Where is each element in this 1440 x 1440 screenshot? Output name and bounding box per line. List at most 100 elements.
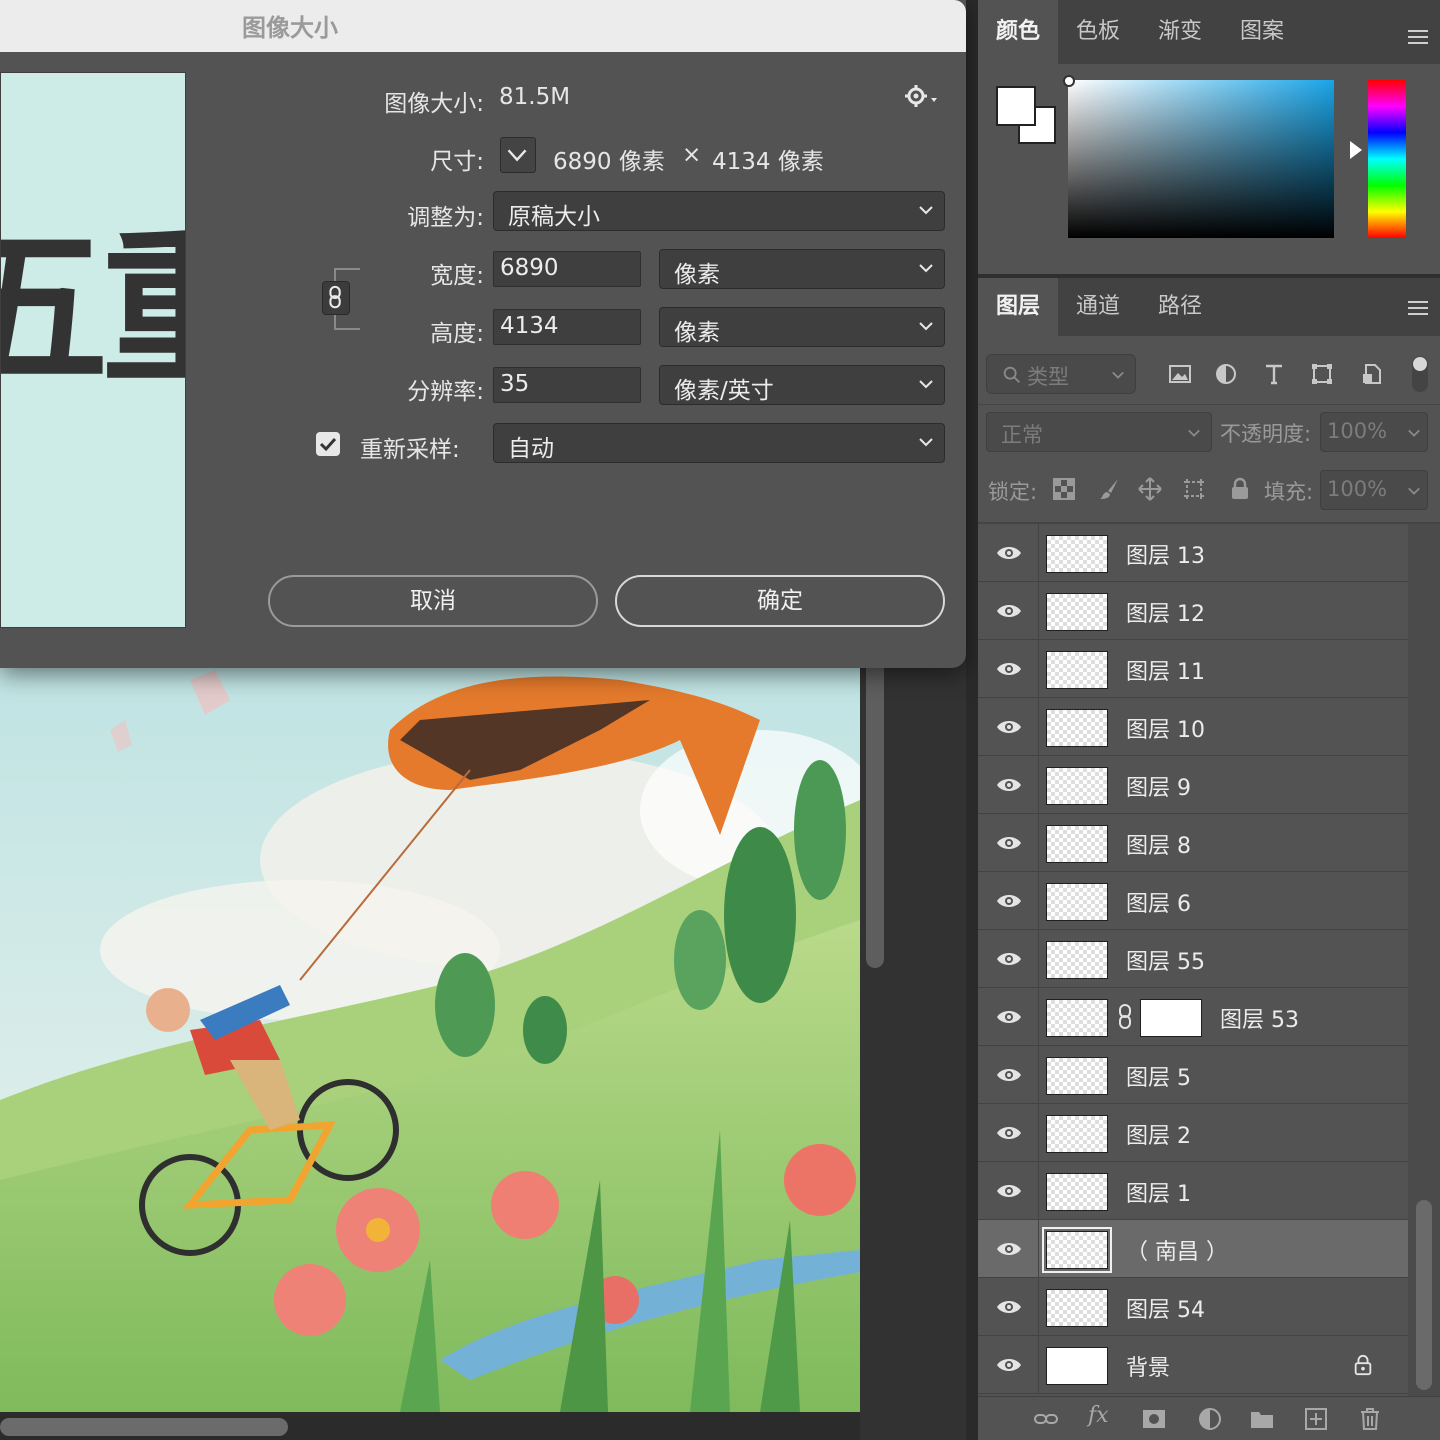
layer-row[interactable]: 图层 12 bbox=[978, 582, 1408, 640]
hue-slider-arrow[interactable] bbox=[1350, 141, 1362, 159]
layer-row[interactable]: 图层 5 bbox=[978, 1046, 1408, 1104]
layer-thumbnail[interactable] bbox=[1046, 651, 1108, 689]
layer-mask-thumbnail[interactable] bbox=[1140, 999, 1202, 1037]
visibility-eye-icon[interactable] bbox=[996, 1181, 1022, 1201]
width-unit-select[interactable]: 像素 bbox=[659, 249, 945, 289]
resolution-input[interactable]: 35 bbox=[493, 367, 641, 403]
layer-thumbnail[interactable] bbox=[1042, 1227, 1112, 1273]
layer-row[interactable]: 图层 53 bbox=[978, 988, 1408, 1046]
layer-row[interactable]: 图层 54 bbox=[978, 1278, 1408, 1336]
gear-icon[interactable] bbox=[904, 84, 940, 108]
panel-divider[interactable] bbox=[966, 0, 978, 1440]
visibility-eye-icon[interactable] bbox=[996, 775, 1022, 795]
adjustment-layer-icon[interactable] bbox=[1198, 1407, 1222, 1431]
filter-smart-object-icon[interactable] bbox=[1360, 362, 1384, 386]
hue-slider[interactable] bbox=[1368, 80, 1406, 238]
new-layer-icon[interactable] bbox=[1304, 1407, 1328, 1431]
mask-link-icon[interactable] bbox=[1118, 1004, 1132, 1030]
visibility-eye-icon[interactable] bbox=[996, 1007, 1022, 1027]
link-layers-icon[interactable] bbox=[1034, 1407, 1058, 1431]
layer-thumbnail[interactable] bbox=[1046, 883, 1108, 921]
tab-layers[interactable]: 图层 bbox=[978, 278, 1058, 336]
resolution-unit-select[interactable]: 像素/英寸 bbox=[659, 365, 945, 405]
visibility-eye-icon[interactable] bbox=[996, 717, 1022, 737]
lock-position-icon[interactable] bbox=[1138, 477, 1162, 501]
layer-style-fx-icon[interactable]: fx bbox=[1088, 1403, 1109, 1428]
layer-row[interactable]: （ 南昌 ） bbox=[978, 1220, 1408, 1278]
visibility-eye-icon[interactable] bbox=[996, 1123, 1022, 1143]
tab-channels[interactable]: 通道 bbox=[1058, 278, 1138, 336]
layer-thumbnail[interactable] bbox=[1046, 1289, 1108, 1327]
filter-toggle[interactable] bbox=[1412, 356, 1428, 392]
layer-thumbnail[interactable] bbox=[1046, 941, 1108, 979]
layer-row[interactable]: 图层 11 bbox=[978, 640, 1408, 698]
tab-paths[interactable]: 路径 bbox=[1138, 278, 1222, 336]
dialog-titlebar[interactable]: 图像大小 bbox=[0, 0, 966, 52]
blend-mode-select[interactable]: 正常 bbox=[986, 412, 1212, 452]
visibility-eye-icon[interactable] bbox=[996, 659, 1022, 679]
opacity-input[interactable]: 100% bbox=[1320, 412, 1428, 452]
filter-pixel-icon[interactable] bbox=[1168, 362, 1192, 386]
tab-patterns[interactable]: 图案 bbox=[1222, 0, 1302, 64]
filter-type-icon[interactable] bbox=[1262, 362, 1286, 386]
panel-menu-icon[interactable] bbox=[1408, 301, 1428, 315]
layer-row[interactable]: 图层 2 bbox=[978, 1104, 1408, 1162]
dimensions-unit-toggle[interactable] bbox=[500, 137, 536, 173]
width-input[interactable]: 6890 bbox=[493, 251, 641, 287]
layer-row[interactable]: 图层 10 bbox=[978, 698, 1408, 756]
layer-row[interactable]: 图层 1 bbox=[978, 1162, 1408, 1220]
layer-row[interactable]: 背景 bbox=[978, 1336, 1408, 1394]
height-unit-select[interactable]: 像素 bbox=[659, 307, 945, 347]
layer-row[interactable]: 图层 6 bbox=[978, 872, 1408, 930]
layer-thumbnail[interactable] bbox=[1046, 593, 1108, 631]
layer-row[interactable]: 图层 55 bbox=[978, 930, 1408, 988]
layer-thumbnail[interactable] bbox=[1046, 767, 1108, 805]
visibility-eye-icon[interactable] bbox=[996, 1355, 1022, 1375]
visibility-eye-icon[interactable] bbox=[996, 1065, 1022, 1085]
layer-thumbnail[interactable] bbox=[1046, 825, 1108, 863]
visibility-eye-icon[interactable] bbox=[996, 891, 1022, 911]
visibility-eye-icon[interactable] bbox=[996, 1239, 1022, 1259]
visibility-eye-icon[interactable] bbox=[996, 601, 1022, 621]
visibility-eye-icon[interactable] bbox=[996, 543, 1022, 563]
layer-list-scroll-thumb[interactable] bbox=[1416, 1200, 1432, 1390]
visibility-eye-icon[interactable] bbox=[996, 949, 1022, 969]
color-picker-handle[interactable] bbox=[1063, 75, 1075, 87]
ok-button[interactable]: 确定 bbox=[615, 575, 945, 627]
layer-thumbnail[interactable] bbox=[1046, 999, 1108, 1037]
filter-adjustment-icon[interactable] bbox=[1214, 362, 1238, 386]
layer-thumbnail[interactable] bbox=[1046, 709, 1108, 747]
layer-thumbnail[interactable] bbox=[1046, 1115, 1108, 1153]
resample-checkbox[interactable] bbox=[316, 432, 340, 456]
visibility-eye-icon[interactable] bbox=[996, 1297, 1022, 1317]
layer-row[interactable]: 图层 9 bbox=[978, 756, 1408, 814]
lock-all-icon[interactable] bbox=[1228, 477, 1252, 501]
visibility-eye-icon[interactable] bbox=[996, 833, 1022, 853]
fit-to-select[interactable]: 原稿大小 bbox=[493, 191, 945, 231]
horizontal-scroll-thumb[interactable] bbox=[0, 1418, 288, 1436]
tab-color[interactable]: 颜色 bbox=[978, 0, 1058, 64]
resample-method-select[interactable]: 自动 bbox=[493, 423, 945, 463]
filter-shape-icon[interactable] bbox=[1310, 362, 1334, 386]
layer-thumbnail[interactable] bbox=[1046, 1173, 1108, 1211]
new-group-icon[interactable] bbox=[1250, 1407, 1274, 1431]
lock-transparent-pixels-icon[interactable] bbox=[1052, 477, 1076, 501]
cancel-button[interactable]: 取消 bbox=[268, 575, 598, 627]
trash-icon[interactable] bbox=[1358, 1407, 1382, 1431]
image-preview[interactable]: 五重 bbox=[0, 72, 186, 628]
layer-thumbnail[interactable] bbox=[1046, 1347, 1108, 1385]
vertical-scroll-thumb[interactable] bbox=[866, 660, 884, 968]
add-mask-icon[interactable] bbox=[1142, 1407, 1166, 1431]
height-input[interactable]: 4134 bbox=[493, 309, 641, 345]
foreground-color-swatch[interactable] bbox=[996, 86, 1036, 126]
tab-gradients[interactable]: 渐变 bbox=[1138, 0, 1222, 64]
layer-thumbnail[interactable] bbox=[1046, 535, 1108, 573]
lock-image-pixels-icon[interactable] bbox=[1098, 477, 1122, 501]
layer-row[interactable]: 图层 13 bbox=[978, 524, 1408, 582]
tab-swatches[interactable]: 色板 bbox=[1058, 0, 1138, 64]
panel-menu-icon[interactable] bbox=[1408, 30, 1428, 44]
layer-thumbnail[interactable] bbox=[1046, 1057, 1108, 1095]
layer-filter-select[interactable]: 类型 bbox=[986, 354, 1136, 394]
lock-artboard-icon[interactable] bbox=[1182, 477, 1206, 501]
fill-input[interactable]: 100% bbox=[1320, 470, 1428, 510]
